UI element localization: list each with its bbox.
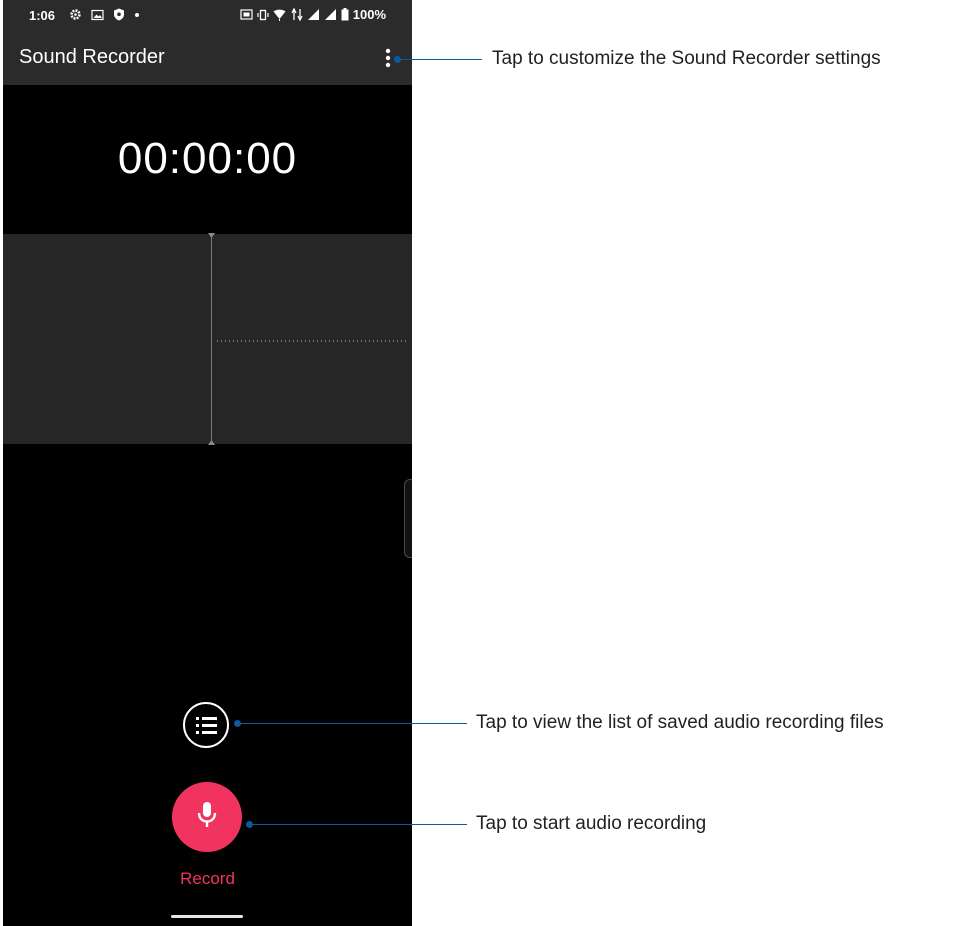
app-title: Sound Recorder	[19, 46, 165, 68]
timer-area: 00:00:00	[3, 85, 412, 234]
playhead-top-marker	[208, 233, 215, 238]
callout-settings: Tap to customize the Sound Recorder sett…	[492, 48, 881, 69]
phone-screen: 1:06 100% Sound Recorder 00:00:00 Record	[3, 0, 412, 926]
battery-icon	[341, 8, 349, 21]
data-icon	[291, 8, 303, 21]
playhead-line	[211, 234, 212, 444]
status-notification-icons	[69, 8, 140, 21]
record-button[interactable]	[172, 782, 242, 852]
status-time: 1:06	[29, 8, 56, 23]
nfc-icon	[240, 9, 253, 20]
image-icon	[91, 9, 104, 20]
wifi-icon	[273, 9, 286, 21]
record-label: Record	[180, 869, 235, 888]
status-system-icons: 100%	[240, 7, 386, 22]
recordings-list-button[interactable]	[183, 702, 229, 748]
list-icon	[196, 717, 217, 734]
shield-icon	[114, 8, 124, 21]
app-bar: Sound Recorder	[3, 31, 412, 85]
callout-list: Tap to view the list of saved audio reco…	[476, 712, 884, 733]
waveform-panel	[3, 233, 412, 445]
signal-icon	[307, 9, 319, 20]
gear-icon	[70, 9, 81, 20]
recording-timer: 00:00:00	[117, 134, 298, 183]
playhead-bottom-marker	[208, 440, 215, 445]
callout-record: Tap to start audio recording	[476, 813, 707, 834]
dot-icon	[135, 12, 139, 17]
waveform-baseline	[217, 340, 409, 342]
side-edge-handle[interactable]	[404, 479, 412, 558]
signal-icon	[324, 9, 336, 20]
status-bar: 1:06 100%	[3, 0, 412, 31]
vibrate-icon	[257, 9, 269, 20]
navigation-gesture-bar[interactable]	[171, 915, 243, 918]
callout-line-list	[238, 723, 467, 724]
microphone-icon	[197, 802, 217, 827]
callout-line-record	[250, 824, 467, 825]
callout-line-settings	[398, 59, 482, 60]
battery-level: 100%	[352, 7, 386, 22]
